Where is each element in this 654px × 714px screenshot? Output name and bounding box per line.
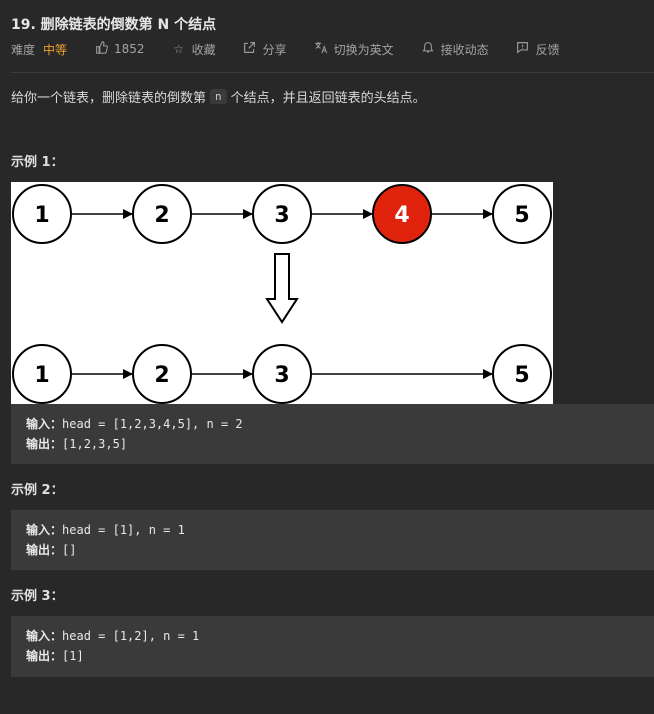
example-2-output-line: 输出：[] [26,540,654,560]
output-label: 输出： [26,543,63,557]
feedback-icon [515,41,531,57]
input-label: 输入： [26,629,63,643]
share-button[interactable]: 分享 [242,41,287,58]
list-node-label: 4 [394,203,409,228]
follow-button[interactable]: 接收动态 [420,41,489,58]
description-text-end: 个结点，并且返回链表的头结点。 [230,91,426,106]
problem-description: 给你一个链表，删除链表的倒数第 n 个结点，并且返回链表的头结点。 [11,87,426,106]
thumbs-up-icon [93,41,109,57]
like-button[interactable]: 1852 [93,41,145,57]
description-inline-code: n [210,89,227,104]
share-label: 分享 [262,42,287,57]
output-value: [] [62,543,77,557]
example-1-diagram: 1 2 3 4 5 1 2 3 5 [11,182,553,404]
output-value: [1] [62,649,84,663]
follow-label: 接收动态 [440,42,489,57]
example-3-output-line: 输出：[1] [26,646,654,666]
list-node-label: 1 [34,203,49,228]
input-value: head = [1], n = 1 [62,523,185,537]
like-count: 1852 [114,42,145,56]
output-label: 输出： [26,649,63,663]
output-value: [1,2,3,5] [62,437,128,451]
list-node-label: 3 [274,363,289,388]
difficulty-label: 难度 [11,42,36,57]
linked-list-diagram: 1 2 3 4 5 1 2 3 5 [12,184,552,404]
list-node-label: 2 [154,203,169,228]
list-node-label: 5 [514,363,529,388]
example-1-output-line: 输出：[1,2,3,5] [26,434,654,454]
example-2-code: 输入：head = [1], n = 1 输出：[] [11,510,654,570]
list-node-label: 1 [34,363,49,388]
feedback-button[interactable]: 反馈 [515,41,560,58]
star-icon: ☆ [173,42,184,56]
example-3-input-line: 输入：head = [1,2], n = 1 [26,626,654,646]
difficulty: 难度 中等 [11,41,67,58]
favorite-label: 收藏 [191,42,216,57]
example-2-input-line: 输入：head = [1], n = 1 [26,520,654,540]
bell-icon [420,41,436,57]
share-icon [242,41,258,57]
favorite-button[interactable]: ☆ 收藏 [171,41,216,58]
example-3-title: 示例 3： [11,589,64,604]
input-value: head = [1,2,3,4,5], n = 2 [62,417,243,431]
switch-language-button[interactable]: 切换为英文 [313,41,394,58]
list-node-label: 5 [514,203,529,228]
list-node-label: 2 [154,363,169,388]
input-label: 输入： [26,523,63,537]
difficulty-value: 中等 [43,42,68,57]
description-text-start: 给你一个链表，删除链表的倒数第 [11,91,207,106]
problem-meta-bar: 难度 中等 1852 ☆ 收藏 分享 切换为英文 接收动态 反馈 [11,41,560,57]
output-label: 输出： [26,437,63,451]
example-2-title: 示例 2： [11,483,64,498]
divider [11,72,654,73]
list-node-label: 3 [274,203,289,228]
example-1-code: 输入：head = [1,2,3,4,5], n = 2 输出：[1,2,3,5… [11,404,654,464]
input-label: 输入： [26,417,63,431]
down-arrow-icon [265,253,299,324]
switch-language-label: 切换为英文 [333,42,394,57]
problem-title: 19. 删除链表的倒数第 N 个结点 [11,17,217,33]
example-1-input-line: 输入：head = [1,2,3,4,5], n = 2 [26,414,654,434]
example-1-title: 示例 1： [11,155,64,170]
input-value: head = [1,2], n = 1 [62,629,200,643]
translate-icon [313,41,329,57]
example-3-code: 输入：head = [1,2], n = 1 输出：[1] [11,616,654,677]
feedback-label: 反馈 [535,42,560,57]
